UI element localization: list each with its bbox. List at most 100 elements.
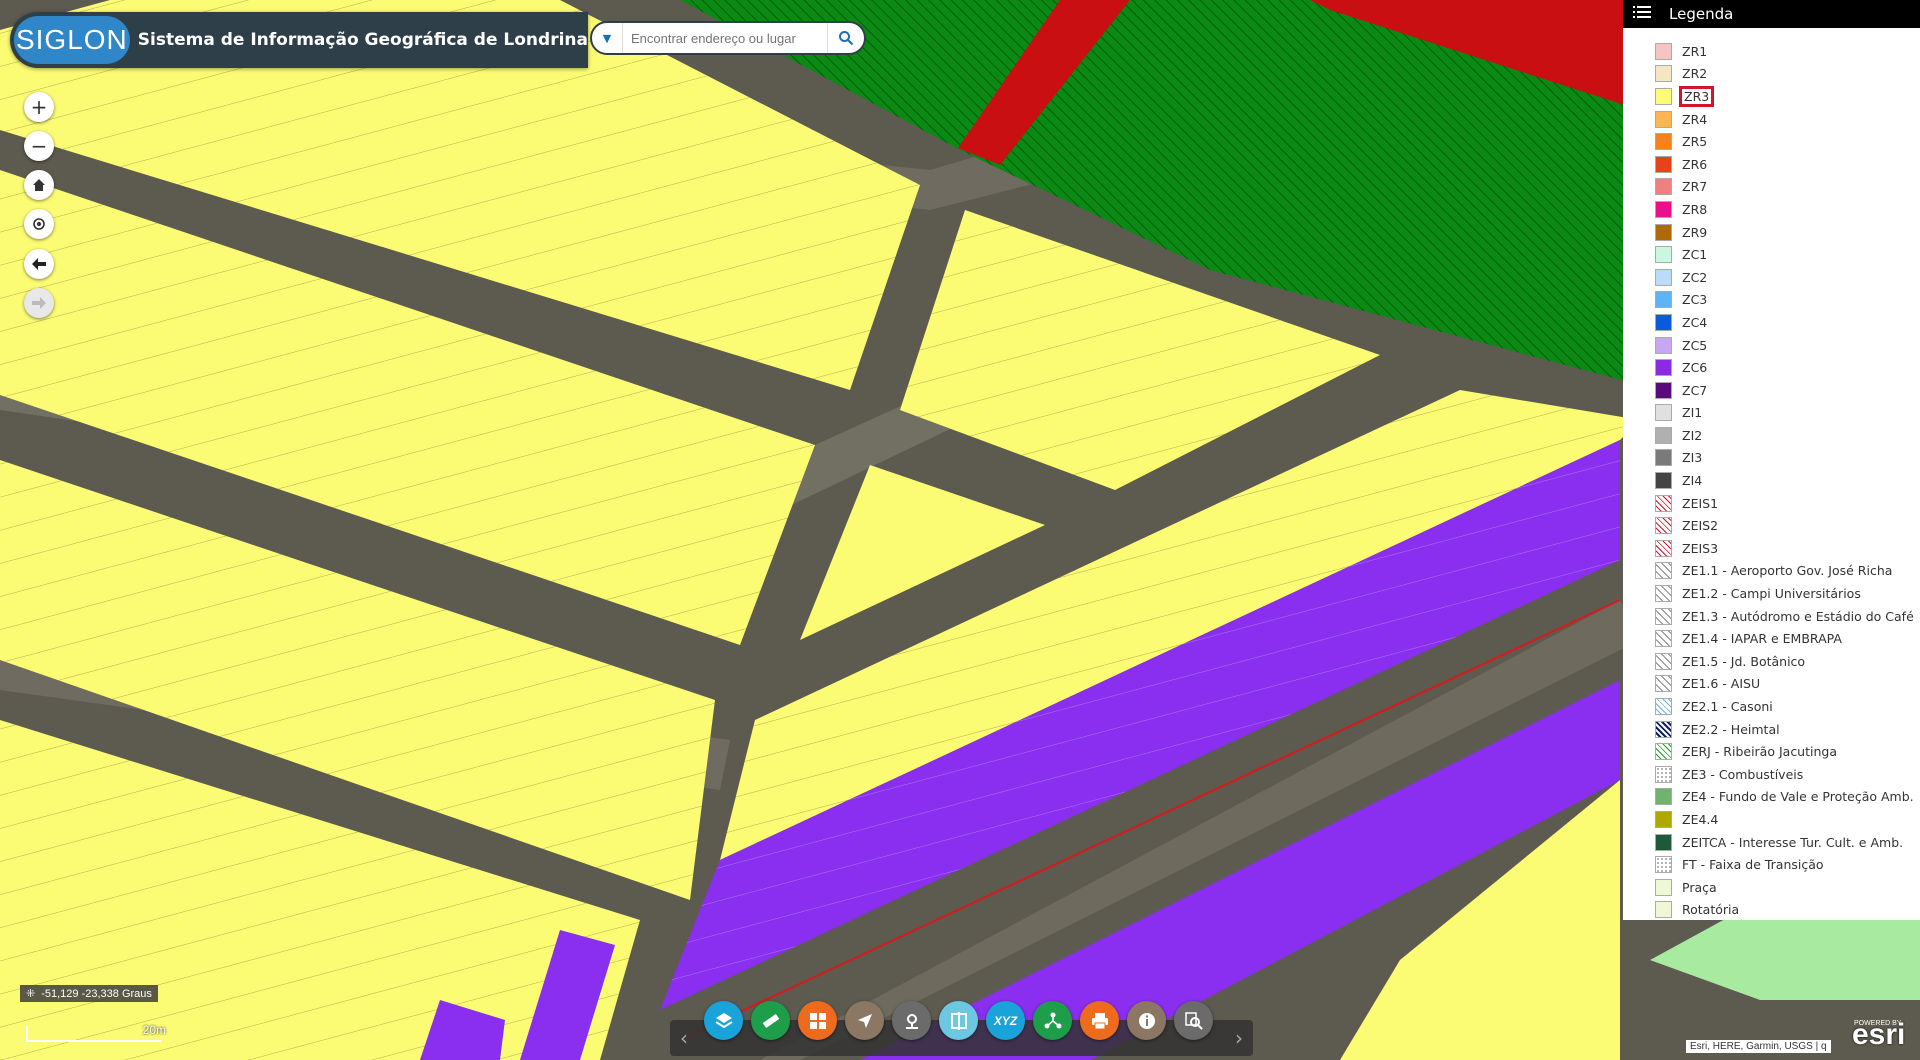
legend-label: ZE1.2 - Campi Universitários [1682,586,1861,602]
swipe-icon [949,1011,969,1031]
legend-label: ZE1.1 - Aeroporto Gov. José Richa [1682,563,1893,579]
back-button[interactable] [24,249,54,279]
legend-label: ZR2 [1682,66,1708,82]
legend-swatch [1655,810,1672,828]
legend-swatch [1655,178,1672,196]
xyz-coordinates-button[interactable]: XYZ [986,1001,1025,1040]
filter-button[interactable] [845,1001,884,1040]
legend-item: ZR4 [1623,108,1920,131]
legend-swatch [1655,42,1672,60]
legend-item: ZR2 [1623,63,1920,86]
measure-icon [761,1011,781,1031]
legend-item: ZE1.6 - AISU [1623,673,1920,696]
home-button[interactable] [24,170,54,200]
app-header: SIGLON Sistema de Informação Geográfica … [10,12,588,68]
caret-down-icon[interactable]: ▼ [592,23,623,53]
legend-item: ZC7 [1623,379,1920,402]
legend-swatch [1655,562,1672,580]
legend-swatch [1655,246,1672,264]
locate-button[interactable] [24,209,54,239]
legend-swatch [1655,404,1672,422]
legend-label: ZEIS2 [1682,518,1719,534]
legend-swatch [1655,65,1672,83]
identify-button[interactable] [1174,1001,1213,1040]
basemap-gallery-button[interactable] [798,1001,837,1040]
legend-swatch [1655,652,1672,670]
plus-icon: + [30,95,48,119]
list-icon [1633,5,1655,23]
legend-item: ZE1.3 - Autódromo e Estádio do Café [1623,605,1920,628]
layers-button[interactable] [704,1001,743,1040]
legend-header[interactable]: Legenda [1623,0,1920,28]
home-icon [33,179,45,191]
legend-item: ZR6 [1623,153,1920,176]
search-input[interactable] [629,29,823,47]
legend-label: ZE1.6 - AISU [1682,676,1761,692]
legend-swatch [1655,472,1672,490]
legend-item: ZE1.2 - Campi Universitários [1623,582,1920,605]
legend-label: ZE1.3 - Autódromo e Estádio do Café [1682,608,1914,624]
legend-swatch [1655,291,1672,309]
legend-swatch [1655,426,1672,444]
search-icon [839,31,854,46]
layers-icon [714,1011,734,1031]
legend-label: ZR7 [1682,179,1708,195]
zoom-out-button[interactable]: − [24,131,54,161]
legend-swatch [1655,765,1672,783]
legend-swatch [1655,449,1672,467]
print-button[interactable] [1080,1001,1119,1040]
legend-swatch [1655,585,1672,603]
legend-swatch [1655,87,1672,105]
legend-swatch [1655,788,1672,806]
legend-item: ZEITCA - Interesse Tur. Cult. e Amb. [1623,831,1920,854]
legend-label: ZI1 [1682,405,1703,421]
map-attribution[interactable]: Esri, HERE, Garmin, USGS | q [1686,1040,1831,1053]
share-button[interactable] [1033,1001,1072,1040]
legend-item: ZR9 [1623,221,1920,244]
legend-item: ZR5 [1623,130,1920,153]
search-box: ▼ [590,21,866,55]
legend-swatch [1655,833,1672,851]
legend-item: ZE4.4 [1623,808,1920,831]
legend-swatch [1655,856,1672,874]
legend-swatch [1655,607,1672,625]
legend-item: ZERJ - Ribeirão Jacutinga [1623,740,1920,763]
siglon-logo[interactable]: SIGLON [14,16,130,64]
toolbar-prev-button[interactable]: ‹ [670,1020,698,1056]
legend-item: ZC6 [1623,356,1920,379]
filter-icon [855,1011,875,1031]
legend-item: ZC2 [1623,266,1920,289]
app-title: Sistema de Informação Geográfica de Lond… [137,30,588,50]
measure-button[interactable] [751,1001,790,1040]
coordinate-text: -51,129 -23,338 Graus [41,987,152,1000]
toolbar-next-button[interactable]: › [1225,1020,1253,1056]
swipe-button[interactable] [939,1001,978,1040]
zoom-in-button[interactable]: + [24,92,54,122]
legend-label: ZE3 - Combustíveis [1682,766,1804,782]
legend-swatch [1655,200,1672,218]
legend-item: FT - Faixa de Transição [1623,853,1920,876]
xyz-coordinates-icon: XYZ [993,1013,1018,1028]
legend-swatch [1655,539,1672,557]
coordinate-readout[interactable]: ⁜ -51,129 -23,338 Graus [20,985,158,1002]
search-button[interactable] [827,23,864,53]
location-pin-button[interactable] [892,1001,931,1040]
legend-panel: Legenda ZR1 ZR2 ZR3 ZR4 ZR5 ZR6 ZR7 ZR8 ZR9 ZC1 ZC… [1623,0,1920,920]
legend-swatch [1655,313,1672,331]
legend-swatch [1655,675,1672,693]
legend-label: ZR5 [1682,134,1708,150]
legend-label: ZE1.4 - IAPAR e EMBRAPA [1682,631,1842,647]
legend-label: ZC1 [1682,247,1708,263]
forward-button[interactable] [24,288,54,318]
esri-logo[interactable]: esri [1852,1018,1905,1052]
legend-label: ZEIS3 [1682,540,1719,556]
legend-item: ZE2.1 - Casoni [1623,695,1920,718]
info-button[interactable] [1127,1001,1166,1040]
legend-item: ZE4 - Fundo de Vale e Proteção Amb. [1623,786,1920,809]
legend-item: ZE3 - Combustíveis [1623,763,1920,786]
legend-label: ZERJ - Ribeirão Jacutinga [1682,744,1837,760]
legend-label: ZR1 [1682,43,1708,59]
legend-label: ZI3 [1682,450,1703,466]
legend-swatch [1655,223,1672,241]
legend-swatch [1655,878,1672,896]
